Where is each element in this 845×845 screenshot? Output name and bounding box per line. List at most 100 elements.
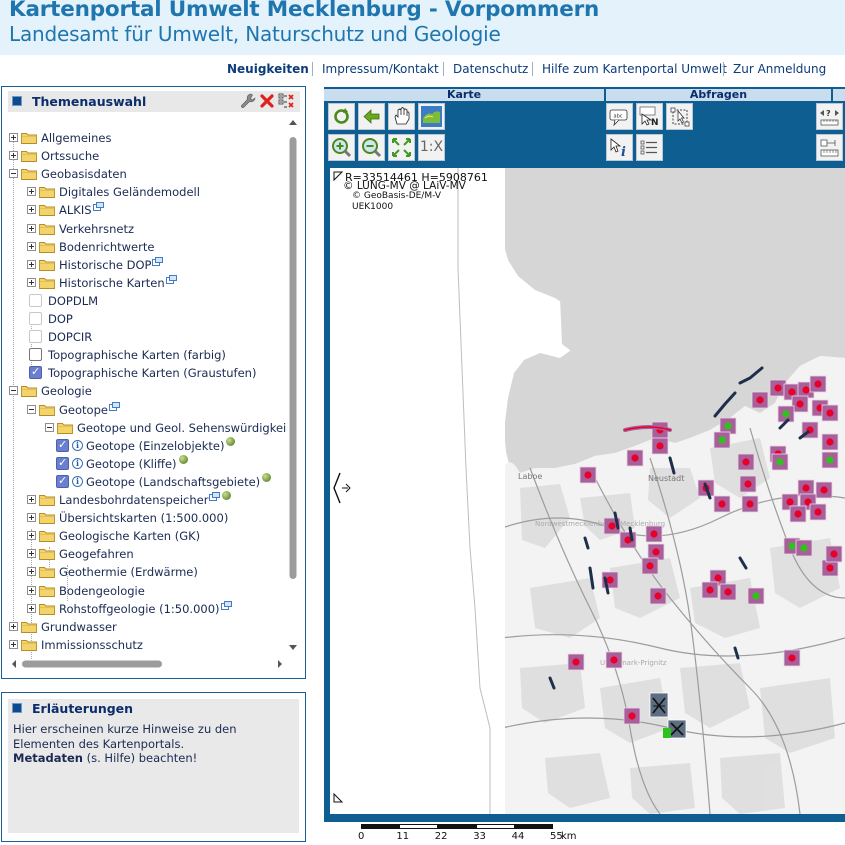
nav-hilfe[interactable]: Hilfe zum Kartenportal Umwelt: [542, 62, 727, 76]
geotope-point-marker[interactable]: [718, 500, 726, 508]
external-window-icon[interactable]: [209, 492, 220, 501]
geotope-point-marker[interactable]: [744, 480, 752, 488]
expand-icon[interactable]: [27, 513, 36, 523]
expand-icon[interactable]: [27, 277, 36, 287]
expand-icon[interactable]: [27, 205, 36, 215]
geotope-point-marker[interactable]: [584, 471, 592, 479]
zoom-extent-button[interactable]: [388, 134, 415, 161]
external-window-icon[interactable]: [152, 256, 163, 266]
tree-item[interactable]: Grundwasser: [8, 618, 286, 636]
expand-icon[interactable]: [27, 549, 36, 559]
geotope-point-marker[interactable]: [752, 592, 760, 600]
tree-item[interactable]: Geologische Karten (GK): [8, 527, 286, 545]
map-canvas[interactable]: Laboe Neustadt Nordwestmecklenburg Meckl…: [330, 168, 845, 814]
geotope-point-marker[interactable]: [802, 484, 810, 492]
metadaten-link[interactable]: Metadaten: [13, 751, 83, 765]
tree-item[interactable]: ALKIS: [8, 201, 286, 219]
collapse-icon[interactable]: [9, 169, 18, 179]
expand-icon[interactable]: [27, 223, 36, 233]
geotope-point-marker[interactable]: [788, 388, 796, 396]
geotope-point-marker[interactable]: [706, 586, 714, 594]
external-window-icon[interactable]: [109, 401, 120, 411]
expand-icon[interactable]: [27, 531, 36, 541]
geotope-point-marker[interactable]: [800, 544, 808, 552]
geotope-point-marker[interactable]: [774, 384, 782, 392]
geotope-point-marker[interactable]: [650, 530, 658, 538]
expand-icon[interactable]: [9, 621, 18, 631]
collapse-tree-icon[interactable]: [278, 93, 294, 109]
tree-item[interactable]: DOPDLM: [8, 292, 286, 310]
geotope-point-marker[interactable]: [724, 422, 732, 430]
geotope-point-marker[interactable]: [714, 574, 722, 582]
geotope-point-marker[interactable]: [788, 542, 796, 550]
tree-item[interactable]: Geogefahren: [8, 545, 286, 563]
geotope-point-marker[interactable]: [756, 396, 764, 404]
external-window-icon[interactable]: [93, 202, 104, 212]
zoom-in-button[interactable]: [328, 134, 355, 161]
geotope-point-marker[interactable]: [826, 409, 834, 417]
tree-item[interactable]: Allgemeines: [8, 129, 286, 147]
tree-item[interactable]: Geothermie (Erdwärme): [8, 563, 286, 581]
info-icon[interactable]: i: [72, 439, 83, 451]
expand-icon[interactable]: [27, 259, 36, 269]
list-query-button[interactable]: [636, 134, 663, 161]
geotope-point-marker[interactable]: [786, 498, 794, 506]
tree-item[interactable]: Landesbohrdatenspeicher: [8, 491, 286, 509]
tree-item[interactable]: Geobasisdaten: [8, 165, 286, 183]
geotope-point-marker[interactable]: [724, 588, 732, 596]
nav-neuigkeiten[interactable]: Neuigkeiten: [227, 62, 309, 76]
geotope-point-marker[interactable]: [776, 458, 784, 466]
expand-icon[interactable]: [27, 603, 36, 613]
geotope-point-marker[interactable]: [718, 436, 726, 444]
ruler-button[interactable]: [816, 134, 843, 161]
close-icon[interactable]: [259, 93, 275, 109]
geotope-point-marker[interactable]: [830, 550, 838, 558]
tree-item[interactable]: Geologie: [8, 382, 286, 400]
expand-icon[interactable]: [27, 241, 36, 251]
measure-button[interactable]: ?: [816, 103, 843, 130]
geotope-point-marker[interactable]: [814, 508, 822, 516]
geotope-point-marker[interactable]: [656, 442, 664, 450]
tree-item[interactable]: Immissionsschutz: [8, 636, 286, 654]
layer-checkbox[interactable]: [29, 365, 42, 380]
geotope-point-marker[interactable]: [610, 656, 618, 664]
expand-icon[interactable]: [27, 567, 36, 577]
back-button[interactable]: [358, 103, 385, 130]
refresh-button[interactable]: [328, 103, 355, 130]
geotope-point-marker[interactable]: [814, 380, 822, 388]
geotope-point-marker[interactable]: [826, 564, 834, 572]
tree-item[interactable]: Bodengeologie: [8, 582, 286, 600]
info-icon[interactable]: i: [72, 457, 83, 469]
geotope-point-marker[interactable]: [654, 592, 662, 600]
tree-item[interactable]: Geotope: [8, 401, 286, 419]
layer-checkbox[interactable]: [29, 348, 42, 362]
geotope-point-marker[interactable]: [820, 486, 828, 494]
tree-item[interactable]: Ortssuche: [8, 147, 286, 165]
tree-item[interactable]: iGeotope (Kliffe): [8, 454, 286, 473]
geotope-point-marker[interactable]: [608, 522, 616, 530]
info-icon[interactable]: i: [72, 475, 83, 487]
geotope-point-marker[interactable]: [742, 458, 750, 466]
geotope-point-marker[interactable]: [794, 510, 802, 518]
tree-item[interactable]: Übersichtskarten (1:500.000): [8, 509, 286, 527]
tree-vertical-scrollbar[interactable]: [286, 115, 300, 655]
expand-icon[interactable]: [27, 187, 36, 197]
tree-item[interactable]: Historische DOP: [8, 256, 286, 274]
geotope-point-marker[interactable]: [628, 712, 636, 720]
expand-icon[interactable]: [9, 151, 18, 161]
expand-icon[interactable]: [9, 133, 18, 142]
geotope-point-marker[interactable]: [826, 438, 834, 446]
geotope-point-marker[interactable]: [572, 658, 580, 666]
map-view[interactable]: Laboe Neustadt Nordwestmecklenburg Meckl…: [330, 168, 845, 814]
geotope-point-marker[interactable]: [826, 456, 834, 464]
geotope-point-marker[interactable]: [606, 576, 614, 584]
layer-checkbox[interactable]: [56, 456, 69, 470]
nav-datenschutz[interactable]: Datenschutz: [453, 62, 528, 76]
tree-item[interactable]: iGeotope (Landschaftsgebiete): [8, 472, 286, 491]
collapse-icon[interactable]: [9, 386, 18, 396]
collapse-icon[interactable]: [27, 404, 36, 414]
tree-item[interactable]: Bodenrichtwerte: [8, 238, 286, 256]
tree-item[interactable]: Rohstoffgeologie (1:50.000): [8, 600, 286, 618]
expand-icon[interactable]: [27, 585, 36, 595]
tree-item[interactable]: iGeotope (Einzelobjekte): [8, 436, 286, 455]
